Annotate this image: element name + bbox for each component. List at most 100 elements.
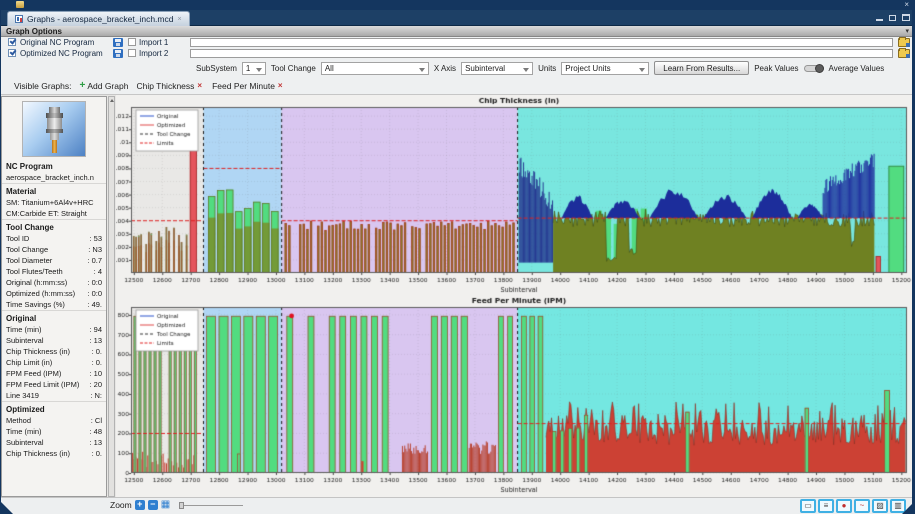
window-close-icon[interactable]: × — [904, 0, 909, 10]
stat-value: : 53 — [87, 234, 102, 243]
graph-list-button[interactable]: ≡ — [818, 499, 834, 513]
window-corner-right — [902, 501, 915, 514]
peak-average-toggle[interactable] — [804, 65, 824, 72]
subsystem-select[interactable]: 1 — [242, 62, 266, 75]
sidebar-sections: NC Programaerospace_bracket_inch.nMateri… — [2, 159, 106, 459]
stat-value: : 10 — [87, 369, 102, 378]
section-title: Original — [2, 310, 106, 324]
graph-options-panel: Original NC Program Import 1 Optimized N… — [0, 37, 915, 59]
import1-checkbox[interactable] — [128, 38, 136, 46]
zoom-slider[interactable] — [179, 505, 243, 506]
stat-label: Chip Thickness (in) — [6, 347, 70, 356]
zoom-controls: Zoom + − ▦ — [110, 500, 243, 510]
toggle-knob[interactable] — [815, 64, 824, 73]
import2-label: Import 2 — [139, 49, 168, 58]
stat-value: : 4 — [92, 267, 102, 276]
stat-label: Tool ID — [6, 234, 29, 243]
charts-panel — [116, 95, 912, 497]
import1-browse-folder-icon[interactable] — [898, 38, 910, 47]
fit-graph-button[interactable]: ▭ — [800, 499, 816, 513]
import2-browse-folder-icon[interactable] — [898, 49, 910, 58]
stat-value: : 0. — [90, 449, 102, 458]
info-line: SM: Titanium+6Al4v+HRC — [2, 197, 106, 208]
status-bar: Zoom + − ▦ ▭≡●~▨▥ — [0, 497, 915, 514]
zoom-out-icon[interactable]: − — [148, 500, 158, 510]
graph-options-header[interactable]: Graph Options ▾ — [0, 26, 915, 37]
import2-checkbox[interactable] — [128, 49, 136, 57]
stat-value: : 0:0 — [85, 289, 102, 298]
stat-value: : 0. — [90, 358, 102, 367]
stat-row: Line 3419: N: — [2, 390, 106, 401]
stat-row: Time Savings (%): 49. — [2, 299, 106, 310]
stat-label: Tool Diameter — [6, 256, 52, 265]
stat-value: : 94 — [87, 325, 102, 334]
zoom-in-icon[interactable]: + — [135, 500, 145, 510]
stat-value: : N: — [88, 391, 102, 400]
optimized-nc-checkbox[interactable] — [8, 49, 16, 57]
stat-value: : 0. — [90, 347, 102, 356]
units-select[interactable]: Project Units — [561, 62, 649, 75]
tab-close-icon[interactable]: × — [177, 16, 181, 23]
import1-field[interactable] — [190, 38, 893, 47]
stat-value: : Cl — [89, 416, 102, 425]
stat-label: Original (h:mm:ss) — [6, 278, 67, 287]
close-plot-button[interactable]: ▨ — [872, 499, 888, 513]
zoom-label: Zoom — [110, 500, 132, 510]
remove-graph-icon[interactable]: × — [278, 81, 283, 90]
tool-image — [22, 101, 86, 157]
sidebar-section: OriginalTime (min): 94Subinterval: 13Chi… — [2, 310, 106, 401]
maximize-icon[interactable] — [902, 14, 910, 21]
sidebar-scrollbar[interactable] — [108, 96, 115, 497]
graph-options-title: Graph Options — [6, 27, 62, 36]
chip-thickness-chart[interactable] — [116, 95, 912, 295]
zoom-fit-icon[interactable]: ▦ — [161, 500, 170, 510]
graph-toolbar: SubSystem 1 Tool Change All X Axis Subin… — [0, 59, 915, 77]
plus-icon: + — [79, 80, 85, 91]
add-graph-button[interactable]: + Add Graph — [79, 80, 128, 91]
stat-row: Tool Flutes/Teeth : 4 — [2, 266, 106, 277]
stat-label: Optimized (h:mm:ss) — [6, 289, 75, 298]
zoom-slider-handle[interactable] — [179, 502, 184, 509]
stat-row: Chip Thickness (in): 0. — [2, 448, 106, 459]
collapse-chevron-icon[interactable]: ▾ — [905, 26, 909, 37]
section-title: Material — [2, 183, 106, 197]
minimize-icon[interactable] — [876, 19, 883, 21]
average-values-label: Average Values — [829, 64, 885, 73]
restore-icon[interactable] — [889, 15, 896, 21]
point-plot-button[interactable]: ● — [836, 499, 852, 513]
visible-graphs-bar: Visible Graphs: + Add Graph Chip Thickne… — [0, 77, 915, 95]
info-sidebar: NC Programaerospace_bracket_inch.nMateri… — [1, 96, 107, 497]
remove-graph-icon[interactable]: × — [197, 81, 202, 90]
tab-graphs[interactable]: Graphs - aerospace_bracket_inch.mcd × — [7, 11, 190, 26]
graphs-window: × Graphs - aerospace_bracket_inch.mcd × … — [0, 0, 915, 514]
visible-graph-item[interactable]: Chip Thickness× — [136, 81, 202, 91]
visible-graph-item[interactable]: Feed Per Minute× — [212, 81, 283, 91]
learn-from-results-button[interactable]: Learn From Results... — [654, 61, 749, 75]
stat-row: Method: Cl — [2, 415, 106, 426]
stat-value: : 13 — [87, 336, 102, 345]
stat-label: Time (min) — [6, 325, 42, 334]
section-title: Tool Change — [2, 219, 106, 233]
original-nc-checkbox[interactable] — [8, 38, 16, 46]
section-title: Optimized — [2, 401, 106, 415]
visible-graph-items: Chip Thickness× Feed Per Minute× — [136, 81, 282, 91]
feed-per-minute-chart[interactable] — [116, 295, 912, 495]
stat-row: FPM Feed (IPM): 10 — [2, 368, 106, 379]
stat-value: : 48 — [87, 427, 102, 436]
os-titlebar: × — [0, 0, 915, 10]
import2-field[interactable] — [190, 49, 893, 58]
stat-label: Tool Flutes/Teeth — [6, 267, 63, 276]
save-original-icon[interactable] — [113, 38, 123, 47]
stat-value: : 0:0 — [85, 278, 102, 287]
tool-change-select[interactable]: All — [321, 62, 429, 75]
save-optimized-icon[interactable] — [113, 49, 123, 58]
curve-plot-button[interactable]: ~ — [854, 499, 870, 513]
window-corner-left — [0, 501, 13, 514]
tab-bar: Graphs - aerospace_bracket_inch.mcd × — [0, 10, 915, 26]
stat-row: Time (min): 48 — [2, 426, 106, 437]
x-axis-select[interactable]: Subinterval — [461, 62, 533, 75]
main-area: NC Programaerospace_bracket_inch.nMateri… — [0, 95, 915, 497]
sidebar-section: NC Programaerospace_bracket_inch.n — [2, 159, 106, 183]
stat-value: : N3 — [86, 245, 102, 254]
original-nc-label: Original NC Program — [20, 38, 94, 47]
